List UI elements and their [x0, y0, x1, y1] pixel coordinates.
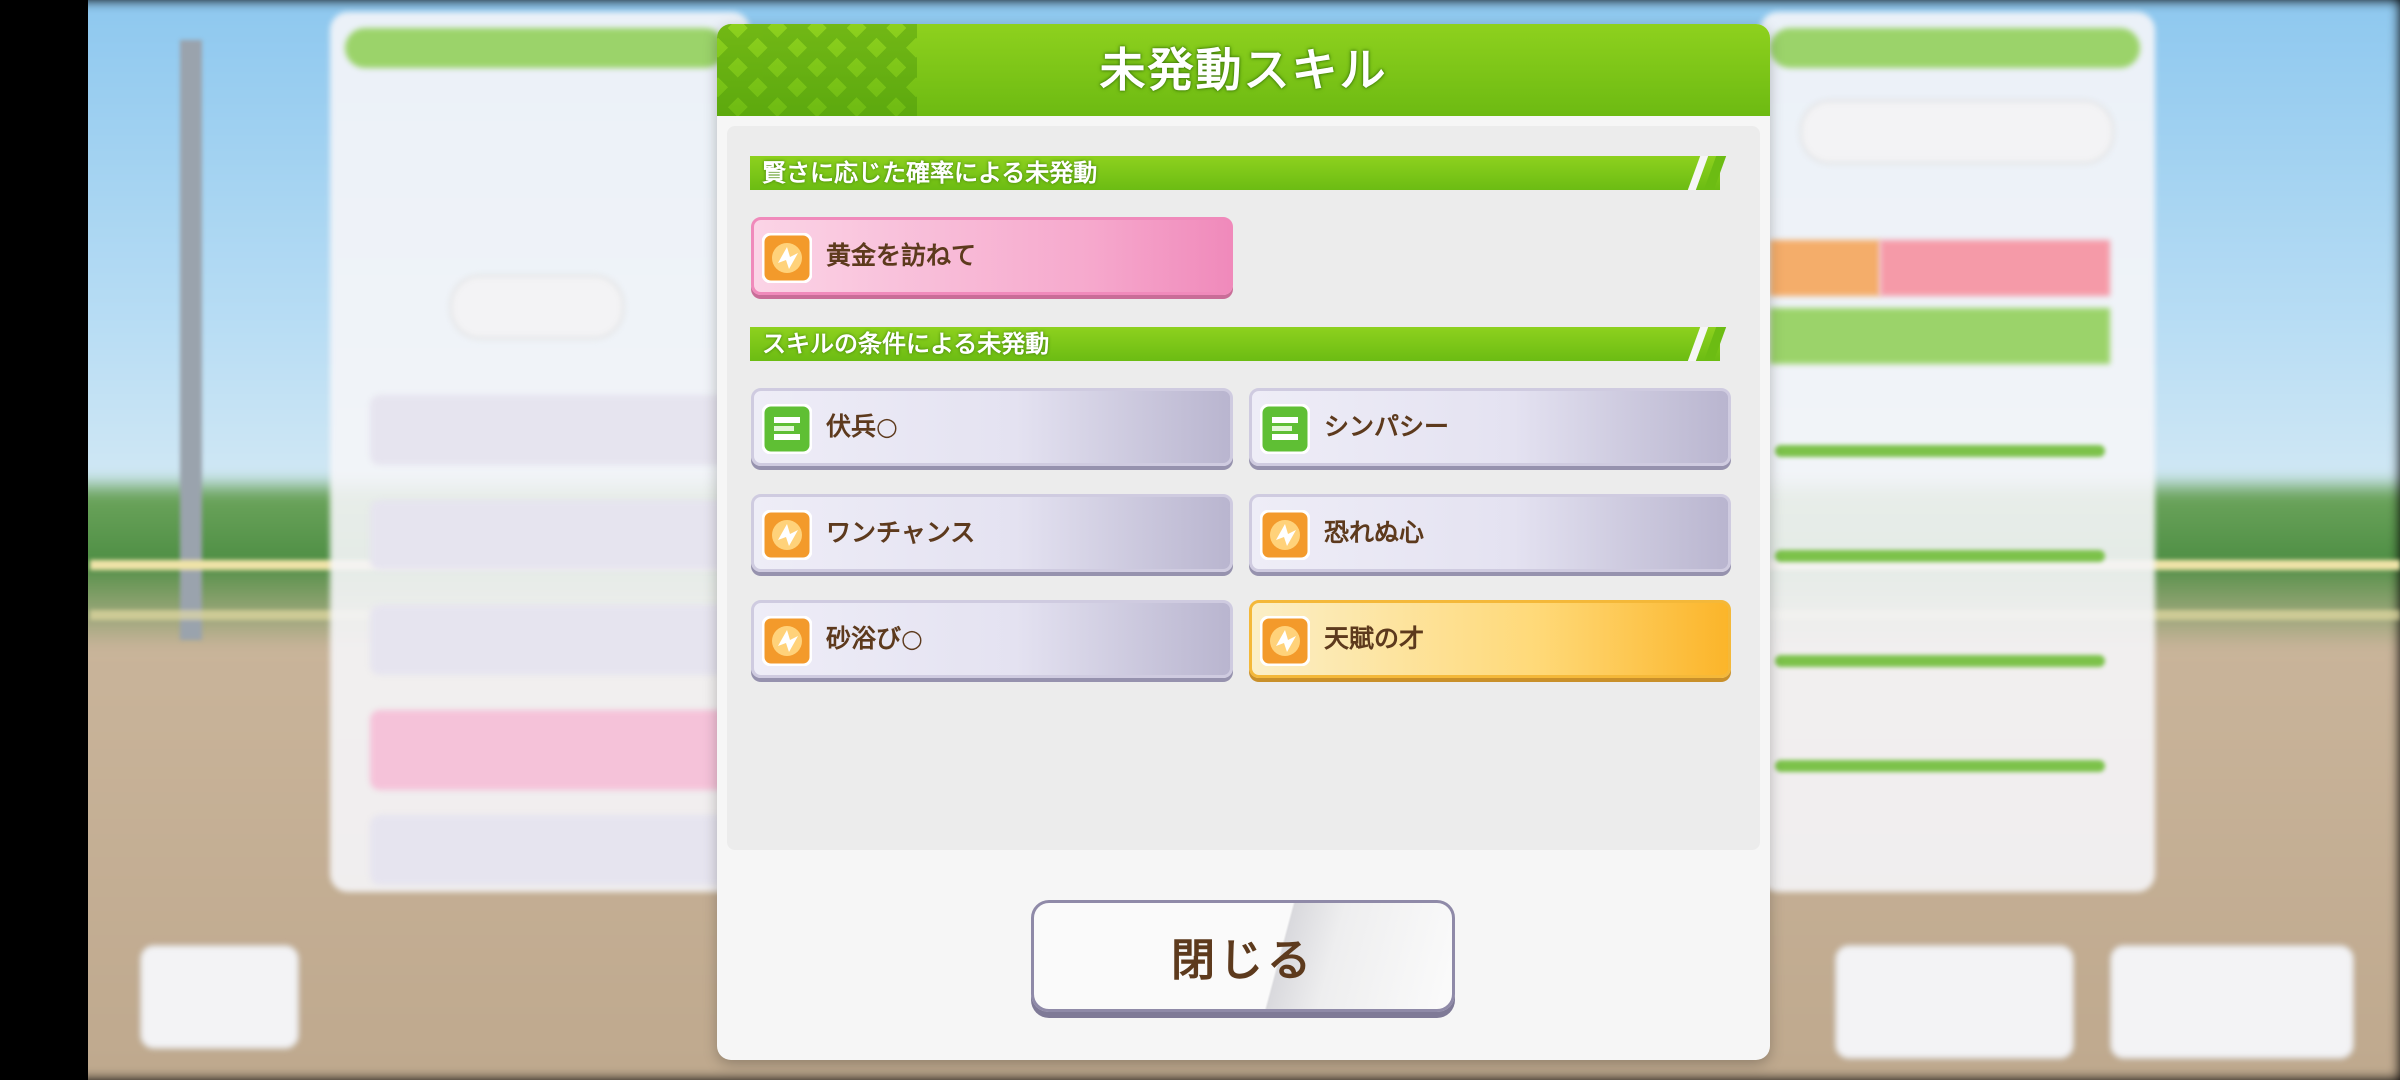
skill-card[interactable]: ワンチャンス	[751, 494, 1233, 572]
skill-name: 砂浴び○	[826, 624, 923, 653]
skill-name: 天賦の才	[1324, 624, 1425, 653]
close-button[interactable]: 閉じる	[1031, 900, 1455, 1012]
skill-card[interactable]: 天賦の才	[1249, 600, 1731, 678]
speed-burst-icon	[762, 510, 812, 560]
section-header-condition: スキルの条件による未発動	[750, 327, 1727, 361]
speed-burst-icon	[762, 616, 812, 666]
unactivated-skills-dialog: 未発動スキル 賢さに応じた確率による未発動 黄金を訪ねて スキルの条件による未発…	[717, 24, 1770, 1060]
section-label: 賢さに応じた確率による未発動	[762, 159, 1098, 187]
section-label: スキルの条件による未発動	[762, 330, 1050, 358]
skill-card[interactable]: 伏兵○	[751, 388, 1233, 466]
skill-card[interactable]: 黄金を訪ねて	[751, 217, 1233, 295]
section-header-intelligence: 賢さに応じた確率による未発動	[750, 156, 1727, 190]
skill-name: 恐れぬ心	[1324, 518, 1425, 547]
speed-burst-icon	[762, 233, 812, 283]
speed-burst-icon	[1260, 510, 1310, 560]
dialog-header: 未発動スキル	[717, 24, 1770, 122]
skill-card[interactable]: シンパシー	[1249, 388, 1731, 466]
skill-name: 伏兵○	[826, 412, 898, 441]
dialog-title: 未発動スキル	[1099, 43, 1388, 97]
speed-burst-icon	[1260, 616, 1310, 666]
skill-name: 黄金を訪ねて	[826, 241, 977, 270]
skill-card[interactable]: 恐れぬ心	[1249, 494, 1731, 572]
green-card-icon	[762, 404, 812, 454]
skill-card[interactable]: 砂浴び○	[751, 600, 1233, 678]
skill-name: シンパシー	[1324, 412, 1450, 441]
skill-name: ワンチャンス	[826, 518, 976, 547]
green-card-icon	[1260, 404, 1310, 454]
